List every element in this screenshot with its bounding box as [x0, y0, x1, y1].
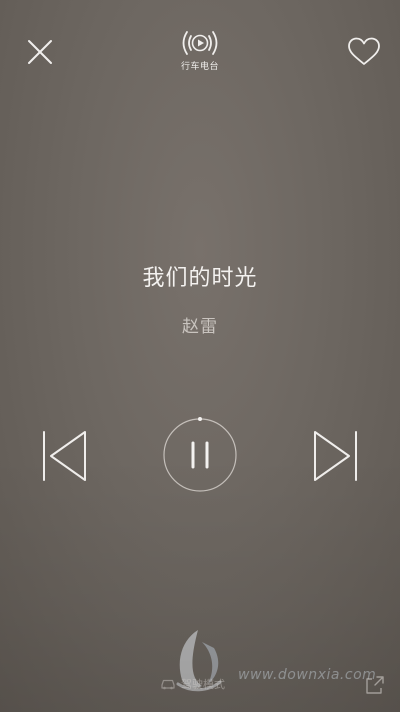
next-button[interactable] — [308, 428, 364, 484]
skip-previous-icon — [43, 431, 86, 481]
favorite-button[interactable] — [342, 30, 386, 74]
driving-mode-button[interactable]: 驾驶模式 — [160, 676, 225, 692]
share-button[interactable] — [362, 672, 388, 698]
close-button[interactable] — [18, 30, 62, 74]
driving-mode-label: 驾驶模式 — [181, 678, 225, 691]
car-radio-button[interactable]: 行车电台 — [170, 28, 230, 76]
watermark-text: www.downxia.com — [238, 667, 377, 683]
song-title: 我们的时光 — [142, 266, 258, 291]
share-icon — [366, 676, 384, 694]
broadcast-play-icon — [182, 31, 218, 55]
artist-name: 赵雷 — [182, 317, 218, 337]
pause-icon — [163, 417, 237, 492]
close-icon — [28, 40, 52, 64]
previous-button[interactable] — [36, 428, 92, 484]
heart-outline-icon — [348, 37, 380, 65]
car-icon — [161, 679, 175, 690]
skip-next-icon — [314, 431, 357, 481]
pause-button[interactable] — [162, 417, 238, 493]
player-screen: 行车电台 我们的时光 赵雷 驾驶模式 www.downxia.com — [0, 0, 400, 712]
car-radio-label: 行车电台 — [180, 62, 219, 72]
